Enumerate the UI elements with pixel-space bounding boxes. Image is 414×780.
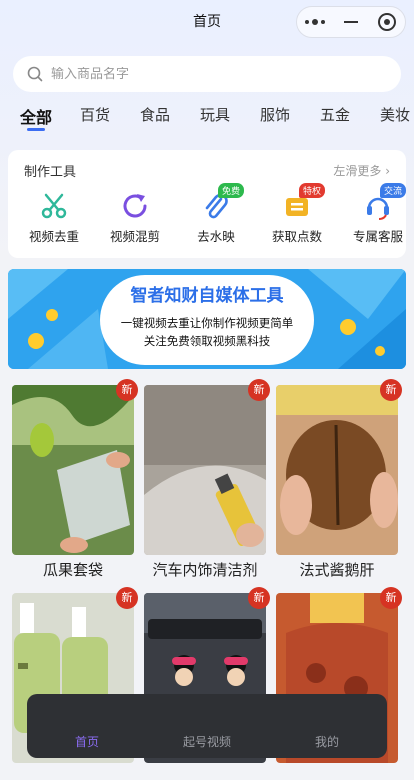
mango-bag-photo xyxy=(12,385,134,555)
banner-title: 智者知财自媒体工具 xyxy=(130,286,284,306)
tool-get-points[interactable]: 特权 获取点数 xyxy=(259,183,335,245)
close-miniprogram-button[interactable] xyxy=(369,7,405,37)
search-bar[interactable] xyxy=(13,56,401,92)
product-name: 法式酱鹅肝 xyxy=(299,561,375,579)
tab-all[interactable]: 全部 xyxy=(20,104,52,128)
privilege-tag: 特权 xyxy=(299,183,326,198)
tools-card: 制作工具 左滑更多 › 视频去重 视频混剪 免费 去水映 特权 获取点数 交流 … xyxy=(8,150,407,258)
target-icon xyxy=(378,13,396,31)
banner-line-2: 关注免费领取视频黑科技 xyxy=(143,334,271,348)
bottom-tab-bar: 首页 起号视频 我的 xyxy=(27,694,387,758)
new-badge: 新 xyxy=(248,587,270,609)
tab-hardware[interactable]: 五金 xyxy=(320,104,350,125)
minus-icon xyxy=(344,21,358,23)
tools-title: 制作工具 xyxy=(24,165,77,180)
tab-home[interactable]: 首页 xyxy=(27,694,147,758)
tool-video-dedup[interactable]: 视频去重 xyxy=(16,190,92,245)
search-icon xyxy=(27,66,43,82)
banner-line-1: 一键视频去重让你制作视频更简单 xyxy=(120,316,294,330)
tab-apparel[interactable]: 服饰 xyxy=(260,104,290,125)
new-badge: 新 xyxy=(380,379,402,401)
product-card[interactable]: 新 法式酱鹅肝 xyxy=(276,379,402,580)
tab-toys[interactable]: 玩具 xyxy=(200,104,230,125)
product-image xyxy=(276,385,398,555)
scissors-icon xyxy=(41,193,67,219)
more-dots-icon xyxy=(305,19,325,25)
free-tag: 免费 xyxy=(218,183,245,198)
tool-label: 去水映 xyxy=(197,229,235,244)
tool-label: 视频去重 xyxy=(28,229,79,244)
swipe-more-label: 左滑更多 xyxy=(333,164,382,178)
new-badge: 新 xyxy=(116,587,138,609)
refresh-icon xyxy=(123,194,147,218)
tab-food[interactable]: 食品 xyxy=(140,104,170,125)
new-badge: 新 xyxy=(248,379,270,401)
tab-mine[interactable]: 我的 xyxy=(267,694,387,758)
product-card[interactable]: 新 汽车内饰清洁剂 xyxy=(144,379,270,580)
chevron-right-icon: › xyxy=(385,164,390,178)
tool-remove-watermark[interactable]: 免费 去水映 xyxy=(178,183,254,245)
tool-label: 专属客服 xyxy=(352,229,403,244)
category-tabs: 全部 百货 食品 玩具 服饰 五金 美妆 xyxy=(0,104,414,134)
chat-tag: 交流 xyxy=(380,183,407,198)
nav-bar: 首页 xyxy=(0,0,414,44)
new-badge: 新 xyxy=(380,587,402,609)
promo-banner[interactable]: 智者知财自媒体工具 一键视频去重让你制作视频更简单 关注免费领取视频黑科技 xyxy=(8,269,406,369)
more-menu-button[interactable] xyxy=(297,7,333,37)
tab-cosmetics[interactable]: 美妆 xyxy=(380,104,410,125)
tool-label: 视频混剪 xyxy=(109,229,160,244)
tab-general-goods[interactable]: 百货 xyxy=(80,104,110,125)
tool-label: 获取点数 xyxy=(271,229,322,244)
car-cleaner-photo xyxy=(144,385,266,555)
product-image xyxy=(12,385,134,555)
search-input[interactable] xyxy=(51,66,371,82)
product-name: 汽车内饰清洁剂 xyxy=(152,561,258,579)
swipe-more-link[interactable]: 左滑更多 › xyxy=(333,162,390,179)
product-image xyxy=(144,385,266,555)
product-name: 瓜果套袋 xyxy=(42,561,103,579)
tab-starter-videos[interactable]: 起号视频 xyxy=(147,694,267,758)
minimize-button[interactable] xyxy=(333,7,369,37)
new-badge: 新 xyxy=(116,379,138,401)
tool-customer-service[interactable]: 交流 专属客服 xyxy=(340,183,414,245)
tool-video-remix[interactable]: 视频混剪 xyxy=(97,190,173,245)
foie-gras-photo xyxy=(276,385,398,555)
product-card[interactable]: 新 瓜果套袋 xyxy=(12,379,138,580)
mini-program-capsule xyxy=(296,6,406,38)
